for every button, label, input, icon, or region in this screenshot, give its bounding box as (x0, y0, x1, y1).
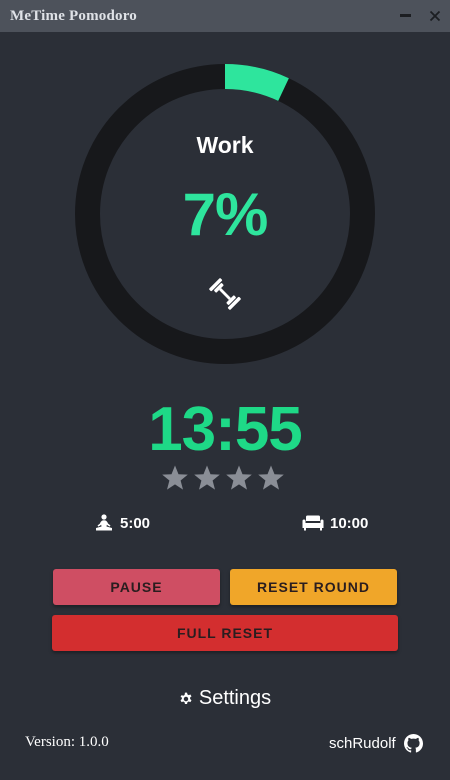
phase-label: Work (196, 132, 254, 158)
window-title: MeTime Pomodoro (10, 8, 138, 24)
settings-label: Settings (198, 687, 272, 709)
short-break-duration: 5:00 (94, 512, 150, 534)
reset-round-button[interactable]: RESET ROUND (230, 569, 397, 605)
progress-percent: 7% (182, 181, 269, 248)
close-button[interactable] (423, 4, 447, 28)
title-bar: MeTime Pomodoro (0, 0, 450, 32)
couch-icon (302, 515, 324, 531)
minimize-button[interactable] (393, 4, 417, 28)
meditation-icon (96, 514, 112, 531)
gear-icon (180, 692, 192, 704)
author-name: schRudolf (329, 735, 396, 752)
countdown-timer: 13:55 (148, 395, 303, 464)
star-icon (226, 465, 252, 490)
short-break-time: 5:00 (120, 514, 151, 532)
version-text: Version: 1.0.0 (25, 734, 109, 750)
minimize-icon (399, 13, 411, 17)
settings-link[interactable]: Settings (0, 687, 450, 710)
long-break-time: 10:00 (330, 514, 369, 532)
dumbbell-icon (209, 278, 241, 310)
app-window: MeTime Pomodoro Work 7% 13:55 5:00 10:00… (0, 0, 450, 780)
pause-button[interactable]: PAUSE (53, 569, 220, 605)
star-icon (258, 465, 284, 490)
github-icon (403, 734, 423, 753)
full-reset-button[interactable]: FULL RESET (52, 615, 398, 651)
star-icon (194, 465, 220, 490)
long-break-duration: 10:00 (302, 512, 368, 534)
star-icon (162, 465, 188, 490)
author-link[interactable]: schRudolf (329, 734, 423, 753)
close-icon (429, 10, 441, 22)
round-stars (161, 464, 291, 494)
